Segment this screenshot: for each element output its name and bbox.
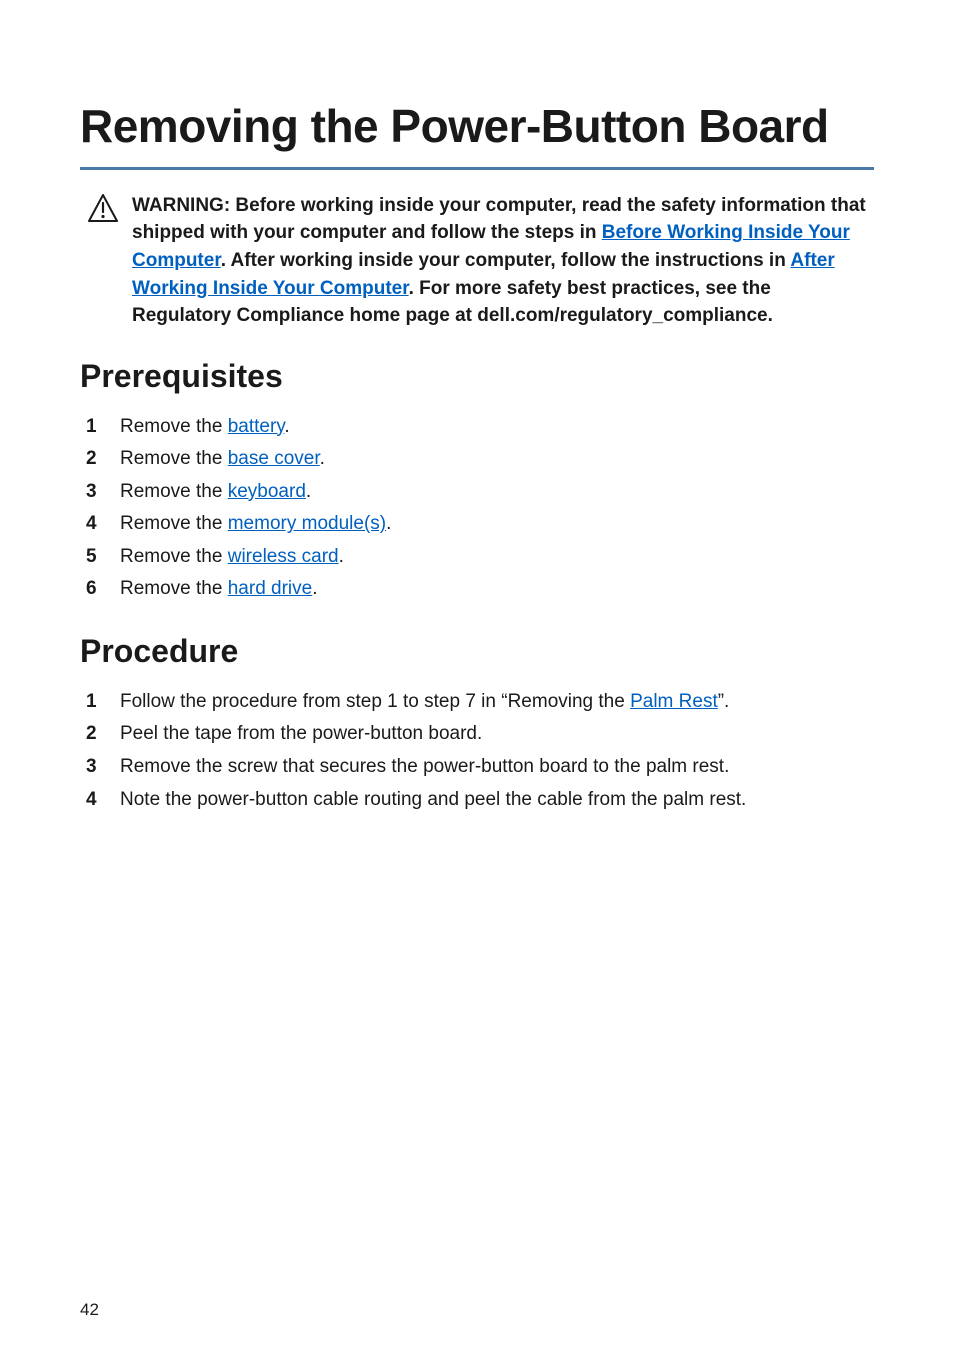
heading-procedure: Procedure — [80, 633, 874, 670]
li-text-pre: Remove the — [120, 448, 228, 469]
list-item: Remove the battery. — [86, 413, 874, 441]
list-item: Peel the tape from the power-button boar… — [86, 720, 874, 748]
link-battery[interactable]: battery — [228, 416, 285, 437]
li-text-pre: Remove the — [120, 416, 228, 437]
li-text-pre: Follow the procedure from step 1 to step… — [120, 691, 630, 712]
link-hard-drive[interactable]: hard drive — [228, 578, 313, 599]
link-keyboard[interactable]: keyboard — [228, 481, 306, 502]
list-item: Remove the hard drive. — [86, 575, 874, 603]
title-divider — [80, 167, 874, 170]
li-text-post: . — [320, 448, 325, 469]
li-text-post: . — [284, 416, 289, 437]
list-item: Remove the screw that secures the power-… — [86, 753, 874, 781]
list-item: Remove the wireless card. — [86, 543, 874, 571]
link-base-cover[interactable]: base cover — [228, 448, 320, 469]
warning-text-mid: . After working inside your computer, fo… — [221, 250, 791, 271]
warning-block: WARNING: Before working inside your comp… — [80, 192, 874, 330]
link-palm-rest[interactable]: Palm Rest — [630, 691, 718, 712]
prerequisites-list: Remove the battery. Remove the base cove… — [80, 413, 874, 603]
li-text-post: ”. — [718, 691, 730, 712]
list-item: Remove the base cover. — [86, 445, 874, 473]
list-item: Remove the memory module(s). — [86, 510, 874, 538]
li-text: Remove the screw that secures the power-… — [120, 756, 729, 777]
li-text-post: . — [312, 578, 317, 599]
li-text: Peel the tape from the power-button boar… — [120, 723, 482, 744]
link-memory-modules[interactable]: memory module(s) — [228, 513, 386, 534]
warning-icon — [88, 194, 118, 227]
li-text-post: . — [339, 546, 344, 567]
list-item: Note the power-button cable routing and … — [86, 786, 874, 814]
li-text-post: . — [386, 513, 391, 534]
li-text: Note the power-button cable routing and … — [120, 789, 746, 810]
list-item: Follow the procedure from step 1 to step… — [86, 688, 874, 716]
link-wireless-card[interactable]: wireless card — [228, 546, 339, 567]
li-text-pre: Remove the — [120, 481, 228, 502]
li-text-pre: Remove the — [120, 578, 228, 599]
page-title: Removing the Power-Button Board — [80, 100, 874, 153]
li-text-pre: Remove the — [120, 513, 228, 534]
page-number: 42 — [80, 1300, 99, 1320]
list-item: Remove the keyboard. — [86, 478, 874, 506]
heading-prerequisites: Prerequisites — [80, 358, 874, 395]
li-text-pre: Remove the — [120, 546, 228, 567]
li-text-post: . — [306, 481, 311, 502]
warning-text: WARNING: Before working inside your comp… — [132, 192, 874, 330]
procedure-list: Follow the procedure from step 1 to step… — [80, 688, 874, 813]
